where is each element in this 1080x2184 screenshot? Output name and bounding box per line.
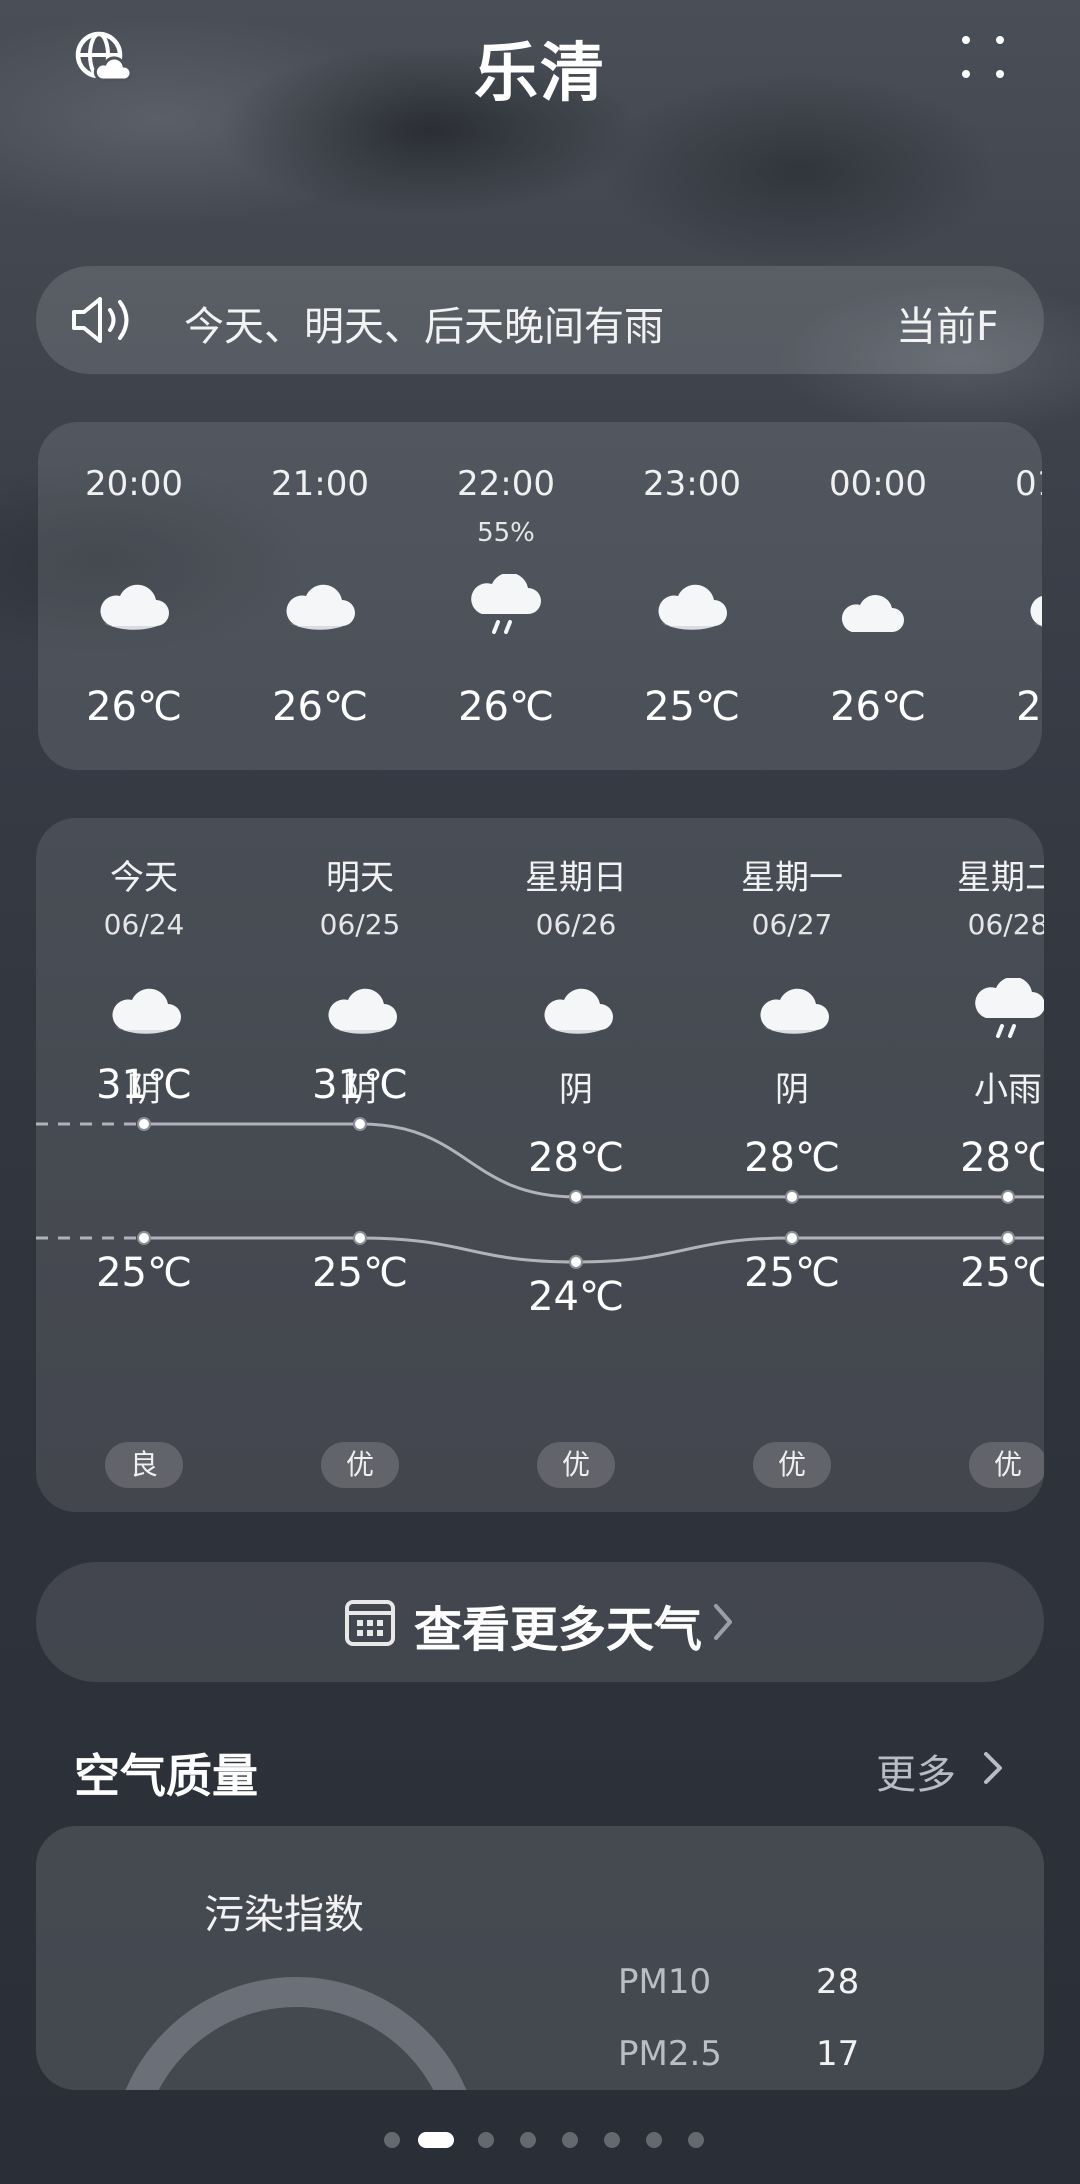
- day-name: 星期二: [957, 858, 1044, 898]
- hour-item: 20:00 26℃: [54, 422, 214, 770]
- hour-temperature: 26℃: [458, 684, 554, 730]
- more-options-icon[interactable]: [956, 30, 1012, 86]
- hour-time: 22:00: [457, 464, 555, 504]
- more-weather-button[interactable]: 查看更多天气: [36, 1562, 1044, 1682]
- pollutant-name: PM10: [618, 1962, 712, 2002]
- precipitation-probability: 55%: [477, 518, 535, 548]
- low-temperature-label: 25℃: [960, 1250, 1044, 1296]
- header: 乐清: [0, 0, 1080, 130]
- hour-temperature: 26℃: [1016, 684, 1042, 730]
- hour-temperature: 26℃: [830, 684, 926, 730]
- cloudy-icon: [324, 978, 397, 1044]
- aqi-badge: 优: [753, 1442, 831, 1488]
- day-name: 今天: [110, 858, 178, 898]
- cloudy-icon: [96, 574, 172, 640]
- daily-forecast[interactable]: 今天 06/24 阴 31℃ 25℃ 良明天 06/25 阴 31℃ 25℃ 优星期日 06/26 阴 2…: [36, 818, 1044, 1512]
- page-indicator[interactable]: [0, 2124, 1080, 2154]
- low-temperature-label: 25℃: [312, 1250, 408, 1296]
- page-dot[interactable]: [562, 2132, 578, 2148]
- page-dot[interactable]: [646, 2132, 662, 2148]
- high-temperature-label: 28℃: [960, 1134, 1044, 1181]
- low-temperature-label: 24℃: [528, 1274, 624, 1320]
- hour-time: 23:00: [643, 464, 741, 504]
- day-column: 星期日 06/26 阴 28℃ 24℃ 优: [486, 818, 666, 1512]
- hour-time: 01:00: [1015, 464, 1042, 504]
- day-name: 星期日: [525, 858, 627, 898]
- hour-time: 20:00: [85, 464, 183, 504]
- low-temperature-label: 25℃: [744, 1250, 840, 1296]
- hour-temperature: 26℃: [272, 684, 368, 730]
- air-quality-title: 空气质量: [74, 1749, 258, 1803]
- cloudy-icon: [282, 574, 358, 640]
- day-name: 星期一: [741, 858, 843, 898]
- high-temperature-label: 31℃: [312, 1062, 408, 1108]
- high-temperature-label: 31℃: [96, 1062, 192, 1108]
- hour-item: 23:00 25℃: [612, 422, 772, 770]
- hour-temperature: 26℃: [86, 684, 182, 730]
- aqi-badge: 优: [969, 1442, 1044, 1488]
- hour-item: 00:00 26℃: [798, 422, 958, 770]
- hour-temperature: 25℃: [644, 684, 740, 730]
- hour-item: 01:00 26℃: [984, 422, 1042, 770]
- day-date: 06/27: [751, 908, 833, 941]
- alert-text: 今天、明天、后天晚间有雨: [184, 304, 664, 350]
- weather-alert-bar[interactable]: 今天、明天、后天晚间有雨 当前F: [36, 266, 1044, 374]
- day-condition: 阴: [775, 1070, 809, 1110]
- city-title: 乐清: [474, 37, 606, 111]
- air-quality-card[interactable]: 污染指数 PM10 28 PM2.5 17: [36, 1826, 1044, 2090]
- hour-item: 21:00 26℃: [240, 422, 400, 770]
- page-dot[interactable]: [604, 2132, 620, 2148]
- calendar-icon: [344, 1596, 396, 1648]
- cloudy-icon: [1026, 574, 1042, 640]
- hourly-forecast[interactable]: 20:00 26℃ 21:00 26℃ 22:00 55% 26℃ 23:00 25℃ 00:00…: [38, 422, 1042, 770]
- pollution-index-label: 污染指数: [204, 1892, 364, 1938]
- day-date: 06/28: [967, 908, 1044, 941]
- light-rain-icon: [468, 572, 544, 640]
- cloudy-icon: [540, 978, 613, 1044]
- chevron-right-icon[interactable]: [982, 1748, 1006, 1788]
- partly-cloudy-night-icon: [840, 574, 916, 640]
- high-temperature-label: 28℃: [744, 1134, 840, 1181]
- hour-item: 22:00 55% 26℃: [426, 422, 586, 770]
- low-temperature-label: 25℃: [96, 1250, 192, 1296]
- chevron-right-icon: [710, 1600, 738, 1644]
- page-dot[interactable]: [418, 2132, 454, 2148]
- day-condition: 阴: [559, 1070, 593, 1110]
- more-weather-label: 查看更多天气: [414, 1602, 703, 1658]
- day-date: 06/24: [103, 908, 185, 941]
- page-dot[interactable]: [688, 2132, 704, 2148]
- page-dot[interactable]: [384, 2132, 400, 2148]
- page-dot[interactable]: [478, 2132, 494, 2148]
- light-rain-icon: [972, 976, 1044, 1044]
- day-date: 06/26: [535, 908, 617, 941]
- alert-text-next: 当前F: [896, 304, 996, 350]
- cloudy-icon: [108, 978, 181, 1044]
- day-date: 06/25: [319, 908, 401, 941]
- day-column: 星期一 06/27 阴 28℃ 25℃ 优: [702, 818, 882, 1512]
- aqi-gauge: [96, 1962, 496, 2090]
- hour-time: 21:00: [271, 464, 369, 504]
- cloudy-icon: [756, 978, 829, 1044]
- page-dot[interactable]: [520, 2132, 536, 2148]
- air-quality-more-link[interactable]: 更多: [876, 1742, 956, 1800]
- high-temperature-label: 28℃: [528, 1134, 624, 1181]
- day-column: 明天 06/25 阴 31℃ 25℃ 优: [270, 818, 450, 1512]
- aqi-badge: 优: [537, 1442, 615, 1488]
- aqi-badge: 良: [105, 1442, 183, 1488]
- cloudy-icon: [654, 574, 730, 640]
- pollutant-name: PM2.5: [618, 2034, 722, 2074]
- speaker-icon: [70, 294, 136, 346]
- day-column: 今天 06/24 阴 31℃ 25℃ 良: [54, 818, 234, 1512]
- day-name: 明天: [326, 858, 394, 898]
- aqi-badge: 优: [321, 1442, 399, 1488]
- day-condition: 小雨: [974, 1070, 1042, 1110]
- pollutant-value: 17: [816, 2034, 860, 2074]
- day-column: 星期二 06/28 小雨 28℃ 25℃ 优: [918, 818, 1044, 1512]
- hour-time: 00:00: [829, 464, 927, 504]
- pollutant-value: 28: [816, 1962, 860, 2002]
